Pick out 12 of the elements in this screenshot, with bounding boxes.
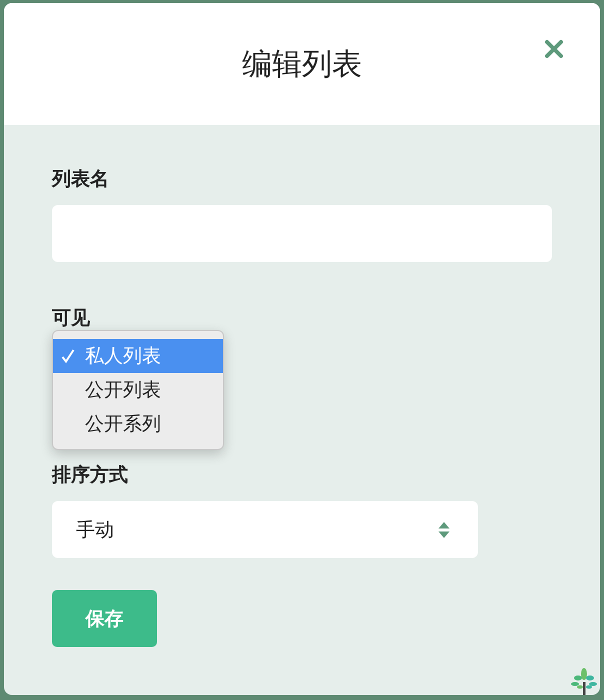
input-field[interactable]	[52, 205, 552, 262]
check-icon	[61, 348, 75, 364]
tree-icon	[570, 667, 598, 695]
field-label: 列表名	[52, 167, 110, 191]
field-label: 排序方式	[52, 463, 129, 487]
close-button[interactable]	[544, 39, 564, 59]
sort-arrows-icon	[438, 520, 450, 538]
select-field[interactable]: 手动	[52, 501, 478, 558]
field-label: 可见	[52, 306, 91, 330]
menu-item[interactable]: 公开列表	[53, 373, 223, 407]
dialog-title: 编辑列表	[242, 46, 362, 84]
menu-item[interactable]: 公开系列	[53, 407, 223, 441]
